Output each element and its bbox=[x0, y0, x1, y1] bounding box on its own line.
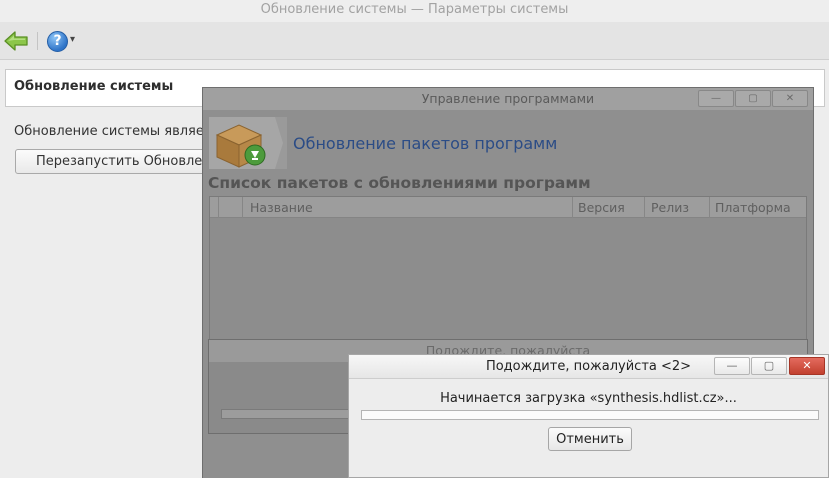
package-table: Название Версия Релиз Платформа bbox=[209, 196, 807, 346]
column-divider bbox=[709, 197, 710, 218]
help-icon: ? bbox=[47, 31, 68, 52]
close-button[interactable]: ✕ bbox=[789, 357, 825, 375]
description-text: Обновление системы является bbox=[14, 124, 227, 139]
table-header: Название Версия Релиз Платформа bbox=[210, 197, 806, 218]
back-arrow-icon[interactable] bbox=[3, 30, 29, 52]
main-window-titlebar: Обновление системы — Параметры системы bbox=[0, 0, 829, 22]
manager-title: Управление программами bbox=[421, 91, 595, 106]
column-divider bbox=[218, 197, 219, 218]
package-list-title: Список пакетов с обновлениями программ bbox=[208, 174, 591, 192]
wait-dialog: Подождите, пожалуйста <2> — ▢ ✕ Начинает… bbox=[348, 354, 829, 478]
manager-maximize-button[interactable]: ▢ bbox=[735, 90, 771, 107]
help-button[interactable]: ? ▾ bbox=[47, 31, 81, 53]
cancel-button[interactable]: Отменить bbox=[548, 427, 632, 451]
wait-progress-bar bbox=[221, 409, 361, 419]
column-header-release[interactable]: Релиз bbox=[651, 200, 689, 215]
column-header-version[interactable]: Версия bbox=[578, 200, 625, 215]
manager-close-button[interactable]: ✕ bbox=[772, 90, 808, 107]
minimize-button[interactable]: — bbox=[714, 357, 750, 375]
main-toolbar: ? ▾ bbox=[0, 22, 829, 60]
window-title: Обновление системы — Параметры системы bbox=[260, 2, 569, 17]
download-status-message: Начинается загрузка «synthesis.hdlist.cz… bbox=[440, 391, 737, 406]
package-update-icon bbox=[209, 117, 287, 169]
column-divider bbox=[644, 197, 645, 218]
column-header-platform[interactable]: Платформа bbox=[715, 200, 791, 215]
restart-update-button[interactable]: Перезапустить Обновление bbox=[15, 149, 230, 174]
chevron-down-icon: ▾ bbox=[70, 34, 76, 45]
section-heading: Обновление пакетов программ bbox=[293, 134, 558, 153]
wait-dialog-titlebar: Подождите, пожалуйста <2> — ▢ ✕ bbox=[349, 355, 828, 379]
toolbar-separator bbox=[37, 32, 38, 50]
column-header-name[interactable]: Название bbox=[250, 200, 313, 215]
column-divider bbox=[572, 197, 573, 218]
download-progress-bar bbox=[361, 410, 819, 420]
manager-minimize-button[interactable]: — bbox=[698, 90, 734, 107]
maximize-button[interactable]: ▢ bbox=[751, 357, 787, 375]
column-divider bbox=[242, 197, 243, 218]
wait-dialog-title: Подождите, пожалуйста <2> bbox=[485, 359, 692, 374]
page-title: Обновление системы bbox=[14, 79, 174, 94]
manager-titlebar: Управление программами — ▢ ✕ bbox=[203, 88, 813, 110]
